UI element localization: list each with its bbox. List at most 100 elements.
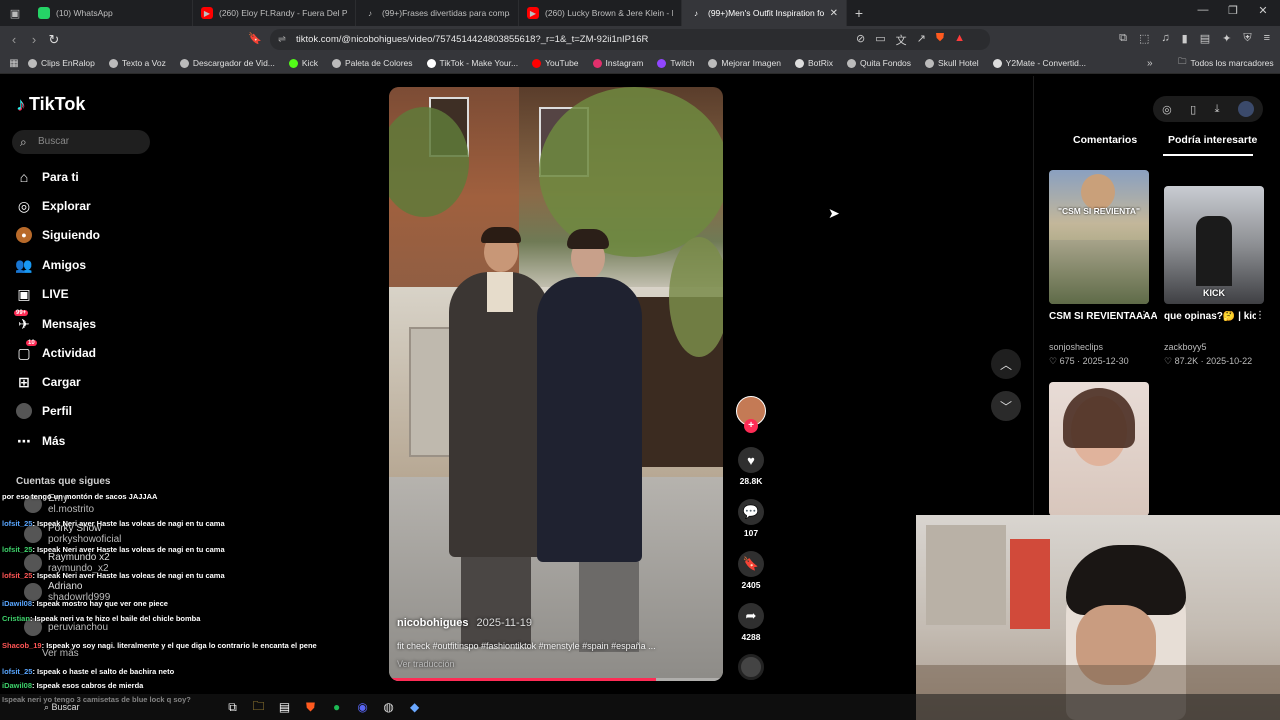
share-icon[interactable]: ↗ [917, 32, 926, 48]
more-options-icon[interactable]: ⋮ [1255, 310, 1265, 321]
bookmark-item[interactable]: Twitch [657, 58, 694, 68]
browser-tab-3[interactable]: ▶ (260) Lucky Brown & Jere Klein - BEL [519, 0, 682, 26]
music-disc-button[interactable] [736, 654, 766, 683]
cast-icon[interactable]: ▭ [875, 32, 885, 48]
eye-off-icon[interactable]: ⊘ [856, 32, 865, 48]
extensions-icon[interactable]: ⧉ [1119, 32, 1127, 45]
phone-icon[interactable]: ▯ [1190, 103, 1196, 116]
suggested-video-thumbnail[interactable]: "CSM SI REVIENTA" [1049, 170, 1149, 304]
forward-icon[interactable]: › [24, 32, 44, 47]
bookmark-favicon-icon [108, 58, 118, 68]
tab-suggested[interactable]: Podría interesarte [1168, 134, 1257, 146]
browser-tab-2[interactable]: ♪ (99+)Frases divertidas para comparti [356, 0, 519, 26]
suggested-video-stats: ♡ 87.2K · 2025-10-22 [1164, 356, 1253, 366]
bookmark-item[interactable]: Texto a Voz [108, 58, 166, 68]
nav-actividad[interactable]: ▢ 10 Actividad [16, 340, 96, 361]
new-tab-button[interactable]: + [847, 5, 871, 21]
tab-comments[interactable]: Comentarios [1073, 134, 1137, 146]
browser-tab-4[interactable]: ♪ (99+)Men's Outfit Inspiration for ✕ [682, 0, 847, 26]
site-info-icon[interactable]: ⇌ [278, 29, 286, 50]
task-view-icon[interactable]: ⧉ [220, 697, 246, 717]
windows-search[interactable]: ⌕ Buscar [44, 702, 80, 713]
minimize-icon[interactable]: — [1188, 4, 1218, 16]
bookmark-item[interactable]: Instagram [592, 58, 643, 68]
comment-button[interactable]: 💬 107 [736, 499, 766, 538]
download-icon[interactable]: ⤓ [1215, 103, 1220, 116]
file-explorer-icon[interactable]: 🗀 [246, 697, 272, 717]
author-avatar-button[interactable]: + [736, 396, 766, 433]
bookmark-item[interactable]: Quita Fondos [847, 58, 911, 68]
reload-icon[interactable]: ↻ [44, 32, 64, 48]
nav-para-ti[interactable]: ⌂ Para ti [16, 169, 79, 185]
video-player[interactable]: nicobohigues 2025-11-19 fit check #outfit… [389, 87, 723, 681]
nav-live[interactable]: ▣ LIVE [16, 286, 68, 302]
back-icon[interactable]: ‹ [4, 32, 24, 47]
browser-tab-0[interactable]: (10) WhatsApp [30, 0, 193, 26]
leo-icon[interactable]: ✦ [1222, 32, 1231, 45]
video-progress-bar[interactable] [389, 678, 723, 681]
bookmark-item[interactable]: Descargador de Vid... [179, 58, 275, 68]
bookmark-item[interactable]: Clips EnRalop [28, 58, 95, 68]
bookmark-item[interactable]: Mejorar Imagen [708, 58, 781, 68]
menu-icon[interactable]: ≡ [1264, 32, 1270, 45]
bookmark-item[interactable]: Paleta de Colores [331, 58, 413, 68]
bookmark-item[interactable]: TikTok - Make Your... [426, 58, 518, 68]
nav-mensajes[interactable]: ✈ 99+ Mensajes [14, 310, 96, 332]
screenshot-icon[interactable]: ⬚ [1139, 32, 1149, 45]
close-window-icon[interactable]: ✕ [1248, 4, 1278, 17]
bookmark-item[interactable]: BotRix [794, 58, 833, 68]
suggested-video-author[interactable]: sonjosheclips [1049, 342, 1103, 352]
tab-title: (260) Lucky Brown & Jere Klein - BEL [545, 8, 673, 18]
sidebar-icon[interactable]: ▮ [1182, 32, 1188, 45]
next-video-button[interactable]: ﹀ [991, 391, 1021, 421]
restore-icon[interactable]: ❐ [1218, 4, 1248, 17]
share-button[interactable]: ➦ 4288 [736, 603, 766, 642]
bookmark-item[interactable]: YouTube [532, 58, 579, 68]
nav-perfil[interactable]: Perfil [16, 403, 72, 419]
more-bookmarks-icon[interactable]: » [1147, 58, 1153, 69]
obs-icon[interactable]: ◍ [376, 697, 402, 717]
vpn-icon[interactable]: ⛨ [1243, 32, 1251, 45]
bookmark-item[interactable]: Kick [288, 58, 318, 68]
like-button[interactable]: ♥ 28.8K [736, 447, 766, 486]
close-tab-icon[interactable]: ✕ [830, 8, 838, 19]
brave-shield-icon[interactable]: ⛊ [936, 32, 944, 48]
tiktok-logo[interactable]: ♪ TikTok [16, 94, 85, 115]
translate-link[interactable]: Ver traducción [397, 659, 455, 669]
bookmark-item[interactable]: Skull Hotel [925, 58, 979, 68]
music-icon[interactable]: ♫ [1161, 32, 1169, 45]
suggested-video-thumbnail[interactable]: KICK [1164, 186, 1264, 304]
mouse-cursor-icon: ➤ [828, 205, 840, 221]
bookmark-icon[interactable]: 🔖 [248, 32, 262, 45]
previous-video-button[interactable]: ︿ [991, 349, 1021, 379]
date: 2025-10-22 [1206, 356, 1253, 366]
app-icon[interactable]: ◆ [402, 697, 428, 717]
suggested-video-title[interactable]: que opinas?🤔 | kick: zacktz 🟢 [1164, 311, 1256, 322]
compass-icon[interactable]: ◎ [1162, 103, 1172, 116]
bookmark-item[interactable]: Y2Mate - Convertid... [992, 58, 1086, 68]
nav-explorar[interactable]: ◎ Explorar [16, 198, 91, 214]
suggested-video-author[interactable]: zackboyy5 [1164, 342, 1207, 352]
store-icon[interactable]: ▤ [272, 697, 298, 717]
avatar[interactable] [1237, 101, 1254, 117]
brave-icon[interactable]: ⛊ [298, 697, 324, 717]
search-input[interactable]: ⌕ Buscar [12, 130, 150, 154]
nav-siguiendo[interactable]: ● Siguiendo [16, 227, 100, 243]
nav-amigos[interactable]: 👥 Amigos [15, 257, 86, 273]
apps-grid-icon[interactable]: ▦ [0, 58, 28, 69]
brave-rewards-icon[interactable]: ▲ [954, 32, 965, 48]
spotify-icon[interactable]: ● [324, 697, 350, 717]
wallet-icon[interactable]: ▤ [1200, 32, 1210, 45]
tab-actions-icon[interactable]: ▣ [0, 7, 30, 20]
follow-plus-icon[interactable]: + [744, 419, 758, 433]
all-bookmarks-button[interactable]: 🗀 Todos los marcadores [1178, 56, 1274, 70]
discord-icon[interactable]: ◉ [350, 697, 376, 717]
nav-mas[interactable]: ⋯ Más [16, 433, 65, 449]
video-author[interactable]: nicobohigues 2025-11-19 [397, 617, 532, 629]
more-options-icon[interactable]: ⋮ [1139, 310, 1149, 321]
translate-icon[interactable]: 文 [896, 32, 907, 48]
suggested-video-thumbnail[interactable] [1049, 382, 1149, 516]
save-button[interactable]: 🔖 2405 [736, 551, 766, 590]
browser-tab-1[interactable]: ▶ (260) Eloy Ft.Randy - Fuera Del Pl [193, 0, 356, 26]
nav-cargar[interactable]: ⊞ Cargar [16, 374, 81, 390]
